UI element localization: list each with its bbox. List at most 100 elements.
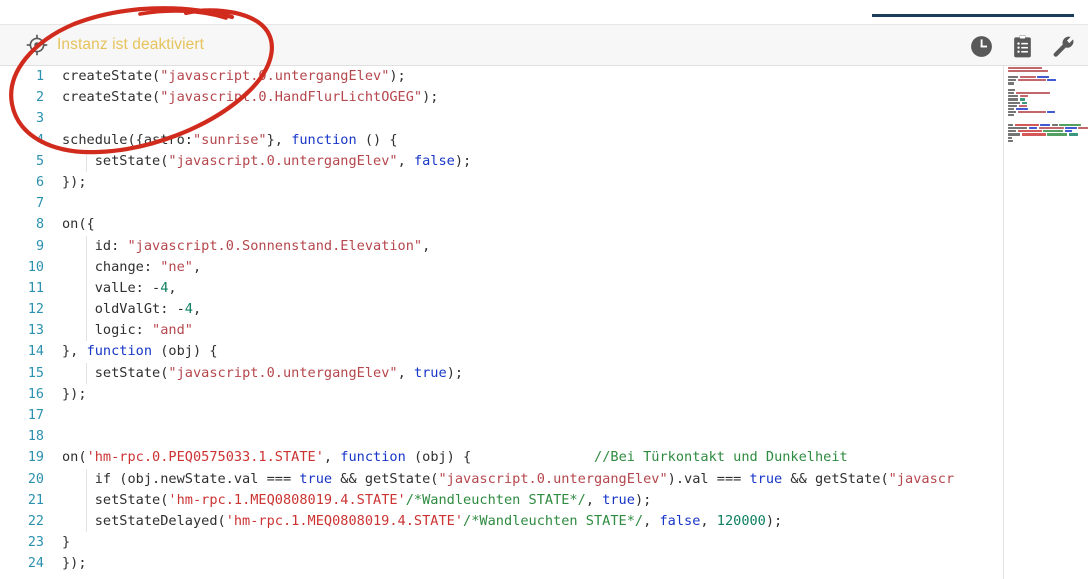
minimap-block	[1008, 82, 1014, 85]
minimap-block	[1021, 101, 1027, 104]
minimap-line	[1008, 139, 1088, 142]
banner-message-group: Instanz ist deaktiviert	[26, 34, 204, 56]
code-token: valLe: -	[62, 279, 161, 296]
code-token: false	[413, 152, 455, 169]
code-line[interactable]: 2 createState("javascript.0.HandFlurLicht…	[0, 87, 1003, 108]
code-line[interactable]: 8 on({	[0, 214, 1003, 235]
code-line[interactable]: 6});	[0, 172, 1003, 193]
code-line[interactable]: 16});	[0, 384, 1003, 405]
line-number: 23	[27, 535, 44, 551]
line-number: 17	[27, 408, 44, 423]
line-number: 18	[27, 429, 44, 445]
code-token: on({	[62, 216, 95, 233]
code-line[interactable]: 10 change: "ne",	[0, 256, 1003, 278]
code-text: });	[62, 553, 87, 574]
code-token: createState(	[62, 68, 161, 84]
line-number: 2	[35, 90, 44, 106]
code-line[interactable]: 1 createState("javascript.0.untergangElev…	[0, 66, 1003, 87]
code-line[interactable]: 7	[0, 193, 1003, 214]
code-token: 'hm-rpc.0.PEQ0575033.1.STATE'	[86, 449, 324, 466]
minimap-block	[1015, 92, 1050, 95]
code-line[interactable]: 9 id: "javascript.0.Sonnenstand.Elevatio…	[0, 235, 1003, 257]
code-text: id: "javascript.0.Sonnenstand.Elevation"…	[62, 236, 431, 257]
code-text: }, function (obj) {	[62, 341, 218, 362]
code-token: "javascript.0.untergangElev"	[438, 470, 668, 487]
minimap-block	[1019, 76, 1036, 79]
code-minimap[interactable]	[1005, 66, 1088, 579]
code-token: "and"	[152, 322, 193, 339]
code-editor[interactable]: 1 createState("javascript.0.untergangElev…	[0, 66, 1088, 579]
code-line[interactable]: 21 setState('hm-rpc.1.MEQ0808019.4.STATE…	[0, 489, 1003, 511]
code-line[interactable]: 14 }, function (obj) {	[0, 341, 1003, 362]
code-line[interactable]: 18	[0, 426, 1003, 447]
code-line[interactable]: 19 on('hm-rpc.0.PEQ0575033.1.STATE', func…	[0, 447, 1003, 468]
code-line[interactable]: 17	[0, 405, 1003, 426]
line-number: 7	[35, 196, 44, 212]
minimap-block	[1019, 98, 1025, 101]
code-text: change: "ne",	[62, 257, 201, 278]
target-crosshair-icon	[26, 34, 48, 56]
code-token: ).val ===	[667, 470, 750, 487]
code-token: id:	[62, 237, 128, 254]
code-token: createState(	[62, 89, 161, 106]
minimap-block	[1040, 123, 1050, 127]
code-token: && getState(	[782, 470, 889, 487]
minimap-block	[1008, 123, 1013, 127]
minimap-block	[1008, 111, 1016, 114]
code-token: );	[446, 364, 464, 381]
code-token: ,	[192, 301, 202, 318]
code-token: function	[340, 449, 406, 466]
code-line[interactable]: 11 valLe: -4,	[0, 277, 1003, 300]
code-token: }	[62, 534, 71, 551]
code-line[interactable]: 23}	[0, 532, 1003, 553]
code-content-area[interactable]: 1 createState("javascript.0.untergangElev…	[0, 66, 1004, 579]
code-line[interactable]: 20 if (obj.newState.val === true && getS…	[0, 468, 1003, 490]
code-token: /*Wandleuchten STATE*/	[405, 491, 586, 508]
active-tab-indicator	[872, 14, 1074, 17]
code-line[interactable]: 13 logic: "and"	[0, 320, 1003, 342]
code-token: "javascript.0.untergangElev"	[160, 68, 390, 84]
code-token: function	[291, 131, 357, 148]
code-token: "sunrise"	[192, 131, 267, 148]
window-top-strip	[0, 0, 1088, 24]
code-line[interactable]: 22 setStateDelayed('hm-rpc.1.MEQ0808019.…	[0, 510, 1003, 533]
code-token: });	[62, 555, 87, 572]
code-line[interactable]: 15 setState("javascript.0.untergangElev"…	[0, 362, 1003, 384]
code-text: setStateDelayed('hm-rpc.1.MEQ0808019.4.S…	[62, 511, 783, 532]
code-line[interactable]: 5 setState("javascript.0.untergangElev",…	[0, 150, 1003, 172]
code-line[interactable]: 12 oldValGt: -4,	[0, 299, 1003, 321]
editor-toolbar	[969, 25, 1082, 67]
code-token: logic:	[62, 322, 153, 339]
line-number: 5	[35, 153, 44, 169]
minimap-block	[1008, 92, 1014, 95]
code-token: oldValGt: -	[62, 301, 185, 318]
wrench-icon[interactable]	[1051, 34, 1076, 59]
code-token: && getState(	[332, 470, 439, 487]
code-text: if (obj.newState.val === true && getStat…	[62, 469, 954, 490]
clipboard-list-icon[interactable]	[1010, 34, 1035, 59]
minimap-block	[1008, 69, 1048, 72]
code-line[interactable]: 4 schedule({astro:"sunrise"}, function ()…	[0, 130, 1003, 151]
instance-status-banner: Instanz ist deaktiviert	[0, 24, 1088, 66]
clock-icon[interactable]	[969, 34, 994, 59]
code-token: true	[749, 470, 783, 487]
line-number: 13	[27, 323, 44, 339]
code-token: () {	[356, 131, 398, 148]
code-token: ,	[700, 512, 717, 529]
minimap-block	[1038, 127, 1064, 130]
minimap-block	[1021, 133, 1046, 136]
minimap-block	[1008, 107, 1014, 111]
code-token: 'hm-rpc.1.MEQ0808019.4.STATE'	[168, 491, 406, 508]
minimap-block	[1019, 95, 1028, 98]
line-number: 15	[27, 365, 44, 381]
code-line[interactable]: 3	[0, 108, 1003, 129]
minimap-block	[1051, 123, 1058, 127]
code-token: ,	[168, 279, 177, 296]
code-text: createState("javascript.0.HandFlurLichtO…	[62, 87, 439, 108]
code-token: if (obj.newState.val ===	[62, 470, 300, 487]
code-token: ,	[585, 491, 603, 508]
line-number: 14	[27, 344, 44, 360]
code-line[interactable]: 24});	[0, 553, 1003, 574]
minimap-block	[1008, 66, 1042, 69]
code-text: setState("javascript.0.untergangElev", f…	[62, 151, 472, 172]
